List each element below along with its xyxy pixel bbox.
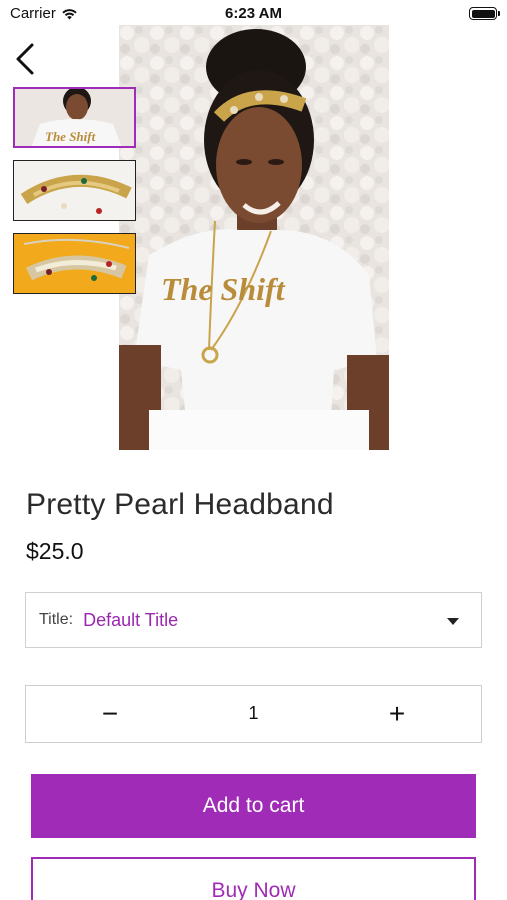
thumbnail-shirt-text: The Shift xyxy=(45,129,96,144)
thumbnail-strip: The Shift xyxy=(13,87,136,306)
chevron-left-icon xyxy=(16,43,34,75)
add-to-cart-button[interactable]: Add to cart xyxy=(31,774,476,838)
thumbnail-model-image: The Shift xyxy=(15,89,134,146)
variant-label: Title: xyxy=(39,611,74,628)
clock: 6:23 AM xyxy=(225,5,282,22)
product-title: Pretty Pearl Headband xyxy=(26,488,334,521)
back-button[interactable] xyxy=(12,42,42,78)
thumbnail-model[interactable]: The Shift xyxy=(13,87,136,148)
caret-down-icon xyxy=(447,618,459,625)
product-photo: The Shift xyxy=(119,25,389,450)
product-main-image[interactable]: The Shift xyxy=(119,25,389,450)
battery-level xyxy=(471,9,495,18)
product-price: $25.0 xyxy=(26,538,84,564)
battery-icon xyxy=(469,7,500,20)
shirt-print-text: The Shift xyxy=(161,271,286,307)
quantity-stepper: − 1 + xyxy=(25,685,482,743)
thumbnail-headband-yellow[interactable] xyxy=(13,233,136,294)
thumbnail-headband-yellow-image xyxy=(14,234,135,293)
variant-select[interactable]: Title: Default Title xyxy=(25,592,482,648)
quantity-increase-button[interactable]: + xyxy=(357,686,437,742)
thumbnail-headband-white[interactable] xyxy=(13,160,136,221)
buy-now-button[interactable]: Buy Now xyxy=(31,857,476,900)
quantity-decrease-button[interactable]: − xyxy=(70,686,150,742)
status-bar: Carrier 6:23 AM xyxy=(0,0,507,26)
variant-value: Default Title xyxy=(83,609,179,630)
thumbnail-headband-white-image xyxy=(14,161,135,220)
